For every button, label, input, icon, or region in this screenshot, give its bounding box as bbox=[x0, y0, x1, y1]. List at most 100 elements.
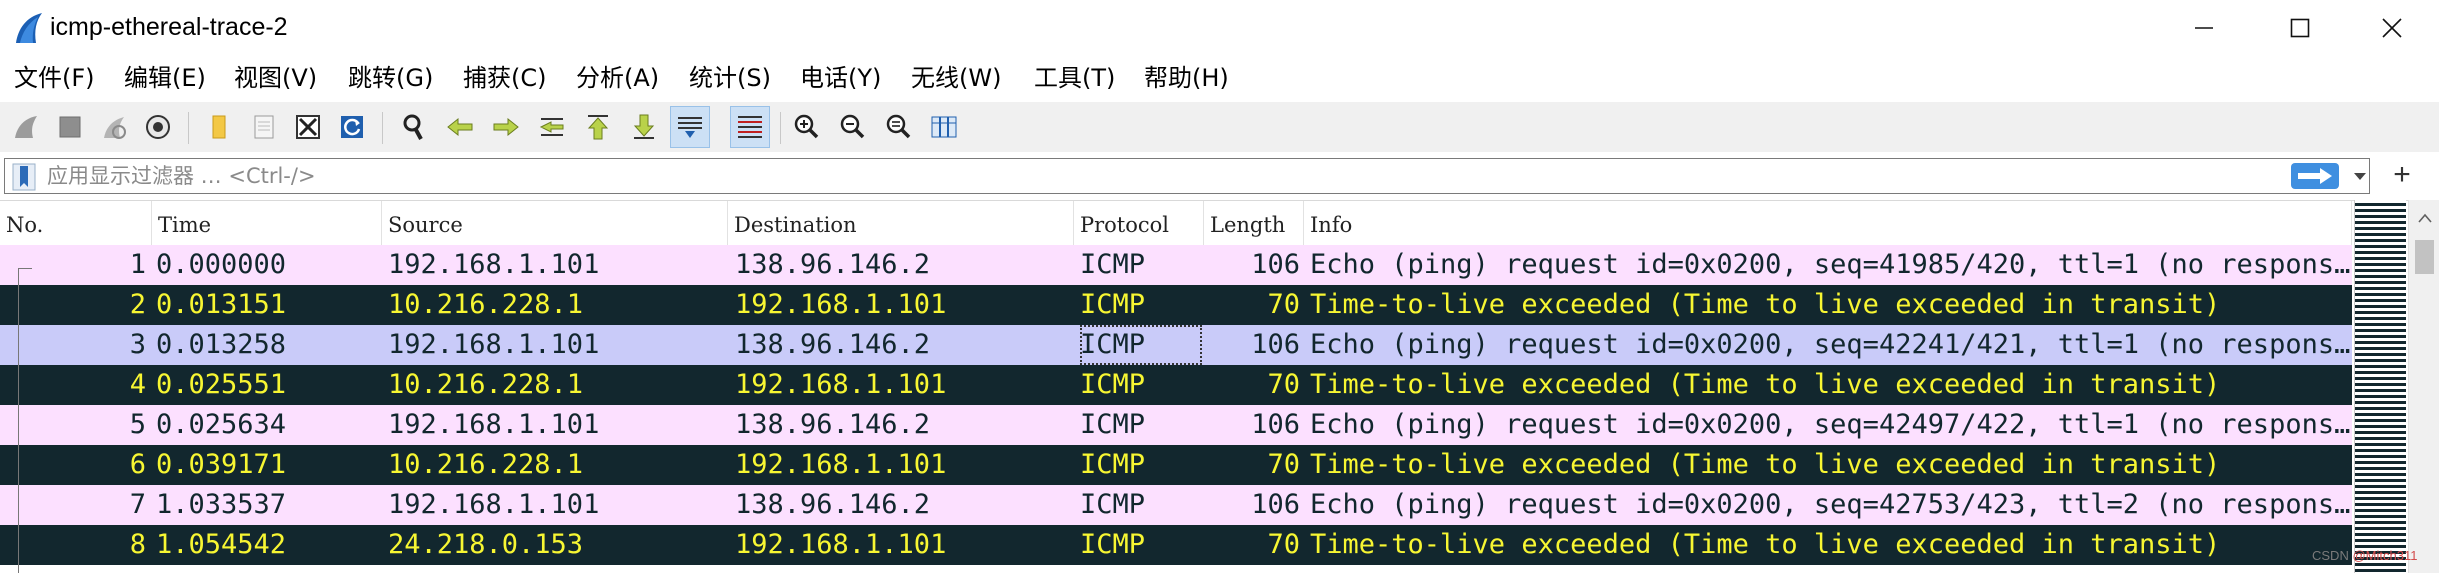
packet-length: 70 bbox=[1267, 449, 1300, 480]
close-file-button[interactable] bbox=[288, 106, 328, 148]
packet-time: 0.025551 bbox=[156, 369, 287, 400]
packet-source: 24.218.0.153 bbox=[388, 529, 584, 560]
main-toolbar bbox=[0, 102, 2439, 152]
scroll-thumb[interactable] bbox=[2415, 240, 2434, 274]
chevron-down-icon[interactable] bbox=[2351, 167, 2369, 185]
minimize-button[interactable] bbox=[2158, 0, 2250, 56]
stop-capture-button[interactable] bbox=[50, 106, 90, 148]
window-title: icmp-ethereal-trace-2 bbox=[50, 13, 288, 41]
column-header-destination[interactable]: Destination bbox=[728, 201, 1074, 245]
add-filter-button[interactable]: + bbox=[2382, 158, 2422, 194]
menu-view[interactable]: 视图(V) bbox=[234, 60, 317, 96]
watermark-prefix: CSDN bbox=[2312, 548, 2353, 563]
packet-row[interactable]: 7 1.033537 192.168.1.101 138.96.146.2 IC… bbox=[0, 485, 2352, 525]
restart-capture-button[interactable] bbox=[94, 106, 134, 148]
vertical-scrollbar[interactable] bbox=[2408, 200, 2439, 573]
packet-row[interactable]: 8 1.054542 24.218.0.153 192.168.1.101 IC… bbox=[0, 525, 2352, 565]
packet-row[interactable]: 5 0.025634 192.168.1.101 138.96.146.2 IC… bbox=[0, 405, 2352, 445]
menu-tools[interactable]: 工具(T) bbox=[1034, 60, 1115, 96]
packet-info: Echo (ping) request id=0x0200, seq=41985… bbox=[1310, 249, 2352, 280]
title-bar: icmp-ethereal-trace-2 bbox=[0, 0, 2439, 56]
menu-wireless[interactable]: 无线(W) bbox=[911, 60, 1001, 96]
related-packet-line bbox=[18, 268, 19, 573]
reload-file-button[interactable] bbox=[332, 106, 372, 148]
packet-length: 106 bbox=[1251, 329, 1300, 360]
column-header-protocol[interactable]: Protocol bbox=[1074, 201, 1204, 245]
zoom-in-button[interactable] bbox=[786, 106, 826, 148]
maximize-button[interactable] bbox=[2254, 0, 2346, 56]
close-button[interactable] bbox=[2346, 0, 2438, 56]
column-header-length[interactable]: Length bbox=[1204, 201, 1304, 245]
menu-statistics[interactable]: 统计(S) bbox=[689, 60, 771, 96]
toolbar-separator bbox=[382, 112, 383, 144]
display-filter-input[interactable] bbox=[47, 160, 2227, 192]
go-back-button[interactable] bbox=[440, 106, 480, 148]
resize-columns-icon bbox=[931, 116, 957, 138]
find-packet-button[interactable] bbox=[394, 106, 434, 148]
last-packet-button[interactable] bbox=[624, 106, 664, 148]
packet-source: 192.168.1.101 bbox=[388, 329, 600, 360]
start-capture-button[interactable] bbox=[6, 106, 46, 148]
menu-file[interactable]: 文件(F) bbox=[14, 60, 95, 96]
minimize-icon bbox=[2195, 27, 2213, 29]
watermark: CSDN @Mitch311 bbox=[2312, 548, 2417, 563]
packet-row[interactable]: 6 0.039171 10.216.228.1 192.168.1.101 IC… bbox=[0, 445, 2352, 485]
packet-no: 4 bbox=[129, 369, 146, 400]
packet-source: 192.168.1.101 bbox=[388, 249, 600, 280]
go-forward-button[interactable] bbox=[486, 106, 526, 148]
display-filter-bar: + bbox=[0, 156, 2439, 196]
packet-row[interactable]: 4 0.025551 10.216.228.1 192.168.1.101 IC… bbox=[0, 365, 2352, 405]
packet-row[interactable]: 1 0.000000 192.168.1.101 138.96.146.2 IC… bbox=[0, 245, 2352, 285]
packet-no: 2 bbox=[129, 289, 146, 320]
menu-analyze[interactable]: 分析(A) bbox=[576, 60, 659, 96]
packet-destination: 138.96.146.2 bbox=[735, 409, 931, 440]
packet-destination: 192.168.1.101 bbox=[735, 369, 947, 400]
menu-help[interactable]: 帮助(H) bbox=[1144, 60, 1229, 96]
column-header-info[interactable]: Info bbox=[1304, 201, 2352, 245]
resize-columns-button[interactable] bbox=[924, 106, 964, 148]
packet-length: 70 bbox=[1267, 289, 1300, 320]
close-file-icon bbox=[296, 115, 320, 139]
menu-go[interactable]: 跳转(G) bbox=[348, 60, 433, 96]
packet-protocol: ICMP bbox=[1080, 325, 1202, 365]
packet-minimap[interactable] bbox=[2354, 200, 2406, 573]
zoom-out-button[interactable] bbox=[832, 106, 872, 148]
column-header-source[interactable]: Source bbox=[382, 201, 728, 245]
packet-time: 0.013258 bbox=[156, 329, 287, 360]
packet-protocol: ICMP bbox=[1080, 249, 1146, 280]
menu-telephony[interactable]: 电话(Y) bbox=[800, 60, 881, 96]
menu-capture[interactable]: 捕获(C) bbox=[463, 60, 546, 96]
normal-size-button[interactable] bbox=[878, 106, 918, 148]
open-file-button[interactable] bbox=[200, 106, 240, 148]
go-to-packet-button[interactable] bbox=[532, 106, 572, 148]
go-back-icon bbox=[447, 117, 473, 137]
colorize-button[interactable] bbox=[730, 106, 770, 148]
column-header-no[interactable]: No. bbox=[0, 201, 152, 245]
colorize-icon bbox=[738, 116, 762, 138]
apply-filter-button[interactable] bbox=[2291, 163, 2339, 189]
packet-length: 106 bbox=[1251, 489, 1300, 520]
packet-row-selected[interactable]: 3 0.013258 192.168.1.101 138.96.146.2 IC… bbox=[0, 325, 2352, 365]
packet-info: Echo (ping) request id=0x0200, seq=42241… bbox=[1310, 329, 2352, 360]
menu-bar: 文件(F) 编辑(E) 视图(V) 跳转(G) 捕获(C) 分析(A) 统计(S… bbox=[0, 58, 2439, 98]
open-file-icon bbox=[212, 115, 226, 139]
go-to-packet-icon bbox=[539, 118, 564, 136]
packet-no: 3 bbox=[129, 329, 146, 360]
last-packet-icon bbox=[633, 114, 655, 139]
packet-destination: 138.96.146.2 bbox=[735, 489, 931, 520]
normal-size-icon bbox=[886, 114, 911, 139]
scroll-up-button[interactable] bbox=[2409, 206, 2439, 230]
column-header-time[interactable]: Time bbox=[152, 201, 382, 245]
menu-edit[interactable]: 编辑(E) bbox=[124, 60, 206, 96]
first-packet-button[interactable] bbox=[578, 106, 618, 148]
save-file-button[interactable] bbox=[244, 106, 284, 148]
packet-source: 192.168.1.101 bbox=[388, 489, 600, 520]
capture-options-button[interactable] bbox=[138, 106, 178, 148]
packet-length: 70 bbox=[1267, 529, 1300, 560]
packet-list: No. Time Source Destination Protocol Len… bbox=[0, 200, 2439, 573]
packet-row[interactable]: 2 0.013151 10.216.228.1 192.168.1.101 IC… bbox=[0, 285, 2352, 325]
autoscroll-button[interactable] bbox=[670, 106, 710, 148]
bookmark-icon[interactable] bbox=[11, 163, 37, 191]
arrow-right-icon bbox=[2298, 168, 2332, 184]
display-filter-box bbox=[4, 158, 2370, 194]
